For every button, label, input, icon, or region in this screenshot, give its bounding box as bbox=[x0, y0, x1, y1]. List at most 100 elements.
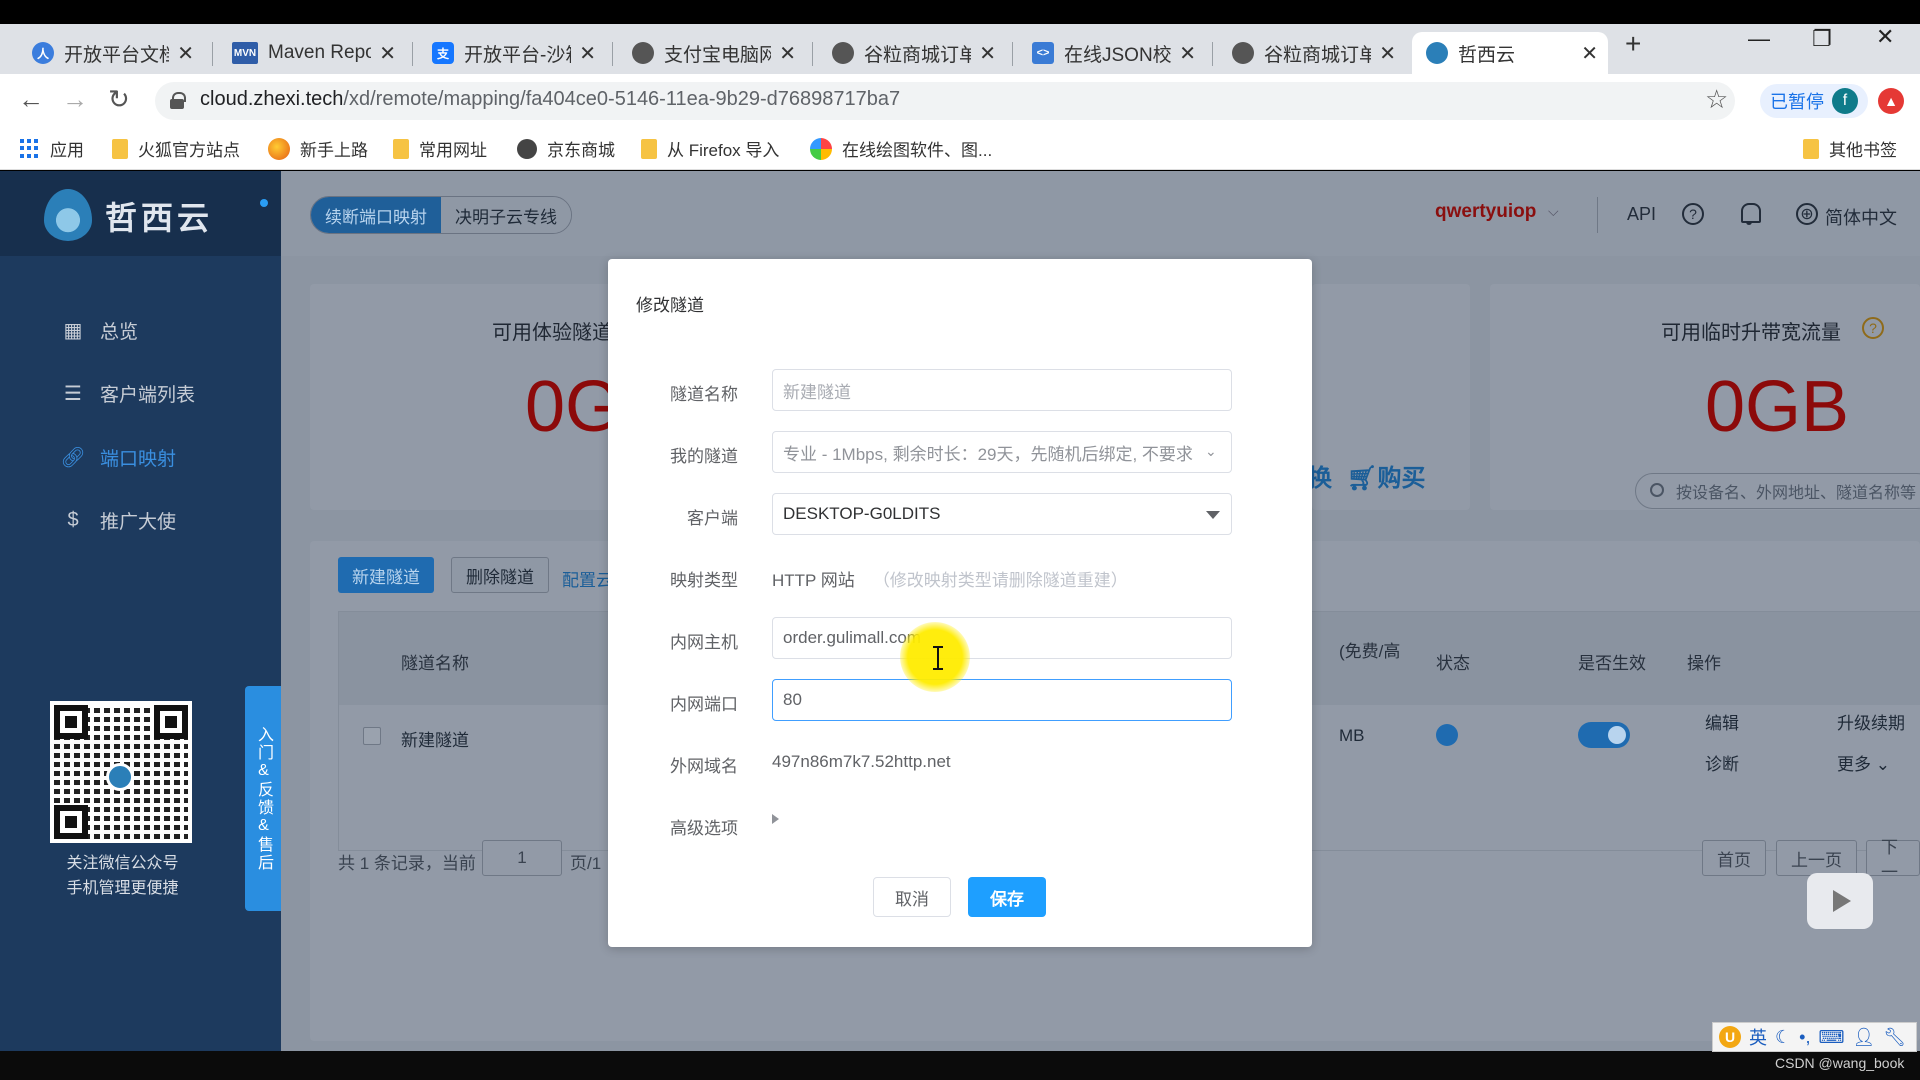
segment-cloud-line[interactable]: 决明子云专线 bbox=[441, 197, 571, 233]
browser-tab-1[interactable]: 人 开放平台文档中 ✕ bbox=[18, 32, 204, 74]
chevron-down-icon[interactable]: ⌄ bbox=[1205, 443, 1217, 460]
reload-icon[interactable]: ↻ bbox=[108, 84, 130, 115]
minimize-icon[interactable]: — bbox=[1748, 26, 1770, 52]
save-button[interactable]: 保存 bbox=[968, 877, 1046, 917]
segment-port-mapping[interactable]: 续断端口映射 bbox=[311, 197, 441, 233]
keyboard-icon[interactable]: ⌨ bbox=[1818, 1027, 1844, 1048]
search-icon bbox=[1650, 483, 1664, 497]
bookmark-getting-started[interactable]: 新手上路 bbox=[268, 136, 368, 161]
trial-tunnel-title: 可用体验隧道 bbox=[492, 322, 612, 344]
globe-icon[interactable]: ⊕ bbox=[1796, 203, 1818, 225]
diagnose-link[interactable]: 诊断 bbox=[1705, 750, 1739, 775]
punctuation-icon[interactable]: •, bbox=[1799, 1027, 1810, 1048]
ime-logo-icon: U bbox=[1719, 1026, 1741, 1048]
bookmark-firefox-site[interactable]: 火狐官方站点 bbox=[112, 136, 240, 161]
back-icon[interactable]: ← bbox=[18, 84, 44, 115]
sidebar-item-promoter[interactable]: $ 推广大使 bbox=[62, 507, 176, 534]
mapping-type-value: HTTP 网站 （修改映射类型请删除隧道重建） bbox=[772, 571, 1128, 590]
tunnel-name-input[interactable]: 新建隧道 bbox=[772, 369, 1232, 411]
browser-tab-7[interactable]: 谷粒商城订单 ✕ bbox=[1218, 32, 1406, 74]
upgrade-link[interactable]: 升级续期 bbox=[1837, 709, 1905, 734]
close-icon[interactable]: ✕ bbox=[177, 41, 194, 66]
browser-tab-3[interactable]: 支 开放平台-沙箱 ✕ bbox=[418, 32, 606, 74]
sidebar-item-overview[interactable]: ▦ 总览 bbox=[62, 317, 138, 344]
chevron-down-icon[interactable]: ⌵ bbox=[1548, 203, 1559, 220]
sidebar-item-clients[interactable]: ☰ 客户端列表 bbox=[62, 380, 195, 407]
code-icon: <> bbox=[1032, 42, 1054, 64]
close-icon[interactable]: ✕ bbox=[779, 41, 796, 66]
browser-tab-active[interactable]: 哲西云 ✕ bbox=[1412, 32, 1608, 74]
row-checkbox[interactable] bbox=[363, 727, 381, 745]
my-tunnel-select[interactable]: 专业 - 1Mbps, 剩余时长：29天，先随机后绑定, 不要求 bbox=[772, 431, 1232, 473]
internal-host-input[interactable]: order.gulimall.com bbox=[772, 617, 1232, 659]
tunnel-search-input[interactable]: 按设备名、外网地址、隧道名称等 bbox=[1635, 473, 1920, 509]
delete-tunnel-button[interactable]: 删除隧道 bbox=[451, 557, 549, 593]
internal-port-input[interactable]: 80 bbox=[772, 679, 1232, 721]
page-input[interactable]: 1 bbox=[482, 840, 562, 876]
th-name: 隧道名称 bbox=[401, 654, 469, 673]
buy-button[interactable]: 🛒︎购买 bbox=[1347, 458, 1425, 493]
traffic-unit: MB bbox=[1339, 726, 1365, 745]
tunnel-name-link[interactable]: 新建隧道 bbox=[401, 726, 469, 751]
globe-icon bbox=[517, 138, 537, 159]
caret-right-icon[interactable] bbox=[772, 814, 779, 824]
bookmark-common-sites[interactable]: 常用网址 bbox=[393, 136, 487, 161]
language-switch[interactable]: 简体中文 bbox=[1825, 204, 1897, 230]
browser-tab-6[interactable]: <> 在线JSON校验 ✕ bbox=[1018, 32, 1206, 74]
close-icon[interactable]: ✕ bbox=[579, 41, 596, 66]
sidebar-item-port-mapping[interactable]: 🔗︎ 端口映射 bbox=[60, 444, 176, 471]
browser-tab-bar: 人 开放平台文档中 ✕ MVN Maven Repos ✕ 支 开放平台-沙箱 … bbox=[0, 24, 1920, 74]
first-page-button[interactable]: 首页 bbox=[1702, 840, 1766, 876]
restore-icon[interactable]: ❐ bbox=[1812, 26, 1832, 52]
lock-icon bbox=[170, 92, 186, 109]
client-select[interactable]: DESKTOP-G0LDITS bbox=[772, 493, 1232, 535]
brand-logo[interactable]: 哲西云 bbox=[0, 171, 281, 256]
moon-icon[interactable]: ☾ bbox=[1775, 1027, 1791, 1048]
ime-toolbar[interactable]: U 英 ☾ •, ⌨ 👤︎ 🔧︎ bbox=[1712, 1022, 1917, 1052]
extension-icon[interactable]: ▲ bbox=[1878, 88, 1904, 114]
window-close-icon[interactable]: ✕ bbox=[1876, 24, 1894, 50]
user-icon[interactable]: 👤︎ bbox=[1852, 1027, 1875, 1048]
api-link[interactable]: API bbox=[1627, 204, 1656, 225]
browser-tab-5[interactable]: 谷粒商城订单 ✕ bbox=[818, 32, 1006, 74]
prev-page-button[interactable]: 上一页 bbox=[1776, 840, 1857, 876]
cancel-button[interactable]: 取消 bbox=[873, 877, 951, 917]
close-icon[interactable]: ✕ bbox=[979, 41, 996, 66]
help-icon[interactable]: ? bbox=[1682, 203, 1704, 225]
bookmark-star-icon[interactable]: ☆ bbox=[1705, 84, 1728, 115]
forward-icon[interactable]: → bbox=[62, 84, 88, 115]
edit-link[interactable]: 编辑 bbox=[1705, 709, 1739, 734]
browser-tab-2[interactable]: MVN Maven Repos ✕ bbox=[218, 32, 406, 74]
new-tab-icon[interactable]: + bbox=[1625, 28, 1641, 60]
bell-icon[interactable] bbox=[1740, 203, 1761, 225]
user-menu[interactable]: qwertyuiop bbox=[1435, 201, 1536, 223]
edit-tunnel-dialog: 修改隧道 隧道名称 新建隧道 我的隧道 专业 - 1Mbps, 剩余时长：29天… bbox=[608, 259, 1312, 947]
sidebar: 哲西云 ▦ 总览 ☰ 客户端列表 🔗︎ 端口映射 $ 推广大使 关注微信公众号 … bbox=[0, 171, 281, 1051]
drawing-app-icon bbox=[810, 137, 832, 160]
bookmark-jd[interactable]: 京东商城 bbox=[517, 136, 615, 161]
new-tunnel-button[interactable]: 新建隧道 bbox=[338, 557, 434, 593]
profile-paused-button[interactable]: 已暂停 f bbox=[1760, 84, 1868, 118]
close-icon[interactable]: ✕ bbox=[1379, 41, 1396, 66]
logo-icon bbox=[1426, 42, 1448, 64]
video-play-icon[interactable] bbox=[1807, 873, 1873, 929]
my-tunnel-label: 我的隧道 bbox=[670, 447, 738, 466]
url-text[interactable]: cloud.zhexi.tech/xd/remote/mapping/fa404… bbox=[200, 88, 900, 111]
wrench-icon[interactable]: 🔧︎ bbox=[1883, 1027, 1906, 1048]
caret-down-icon[interactable] bbox=[1206, 511, 1220, 519]
next-page-button[interactable]: 下一 bbox=[1866, 838, 1920, 882]
config-link[interactable]: 配置云 bbox=[562, 566, 613, 591]
feedback-tab[interactable]: 入门&反馈&售后 bbox=[245, 686, 281, 911]
close-icon[interactable]: ✕ bbox=[379, 41, 396, 66]
close-icon[interactable]: ✕ bbox=[1179, 41, 1196, 66]
more-menu[interactable]: 更多 ⌄ bbox=[1837, 750, 1890, 775]
enabled-toggle[interactable] bbox=[1578, 722, 1630, 748]
bookmark-firefox-import[interactable]: 从 Firefox 导入 bbox=[641, 136, 779, 161]
question-icon[interactable]: ? bbox=[1862, 317, 1884, 339]
close-icon[interactable]: ✕ bbox=[1581, 41, 1598, 66]
bookmark-other[interactable]: 其他书签 bbox=[1803, 136, 1897, 161]
alipay-icon: 支 bbox=[432, 42, 454, 64]
bookmark-online-drawing[interactable]: 在线绘图软件、图... bbox=[810, 136, 992, 161]
bookmark-apps[interactable]: 应用 bbox=[20, 136, 84, 161]
browser-tab-4[interactable]: 支付宝电脑网站 ✕ bbox=[618, 32, 806, 74]
